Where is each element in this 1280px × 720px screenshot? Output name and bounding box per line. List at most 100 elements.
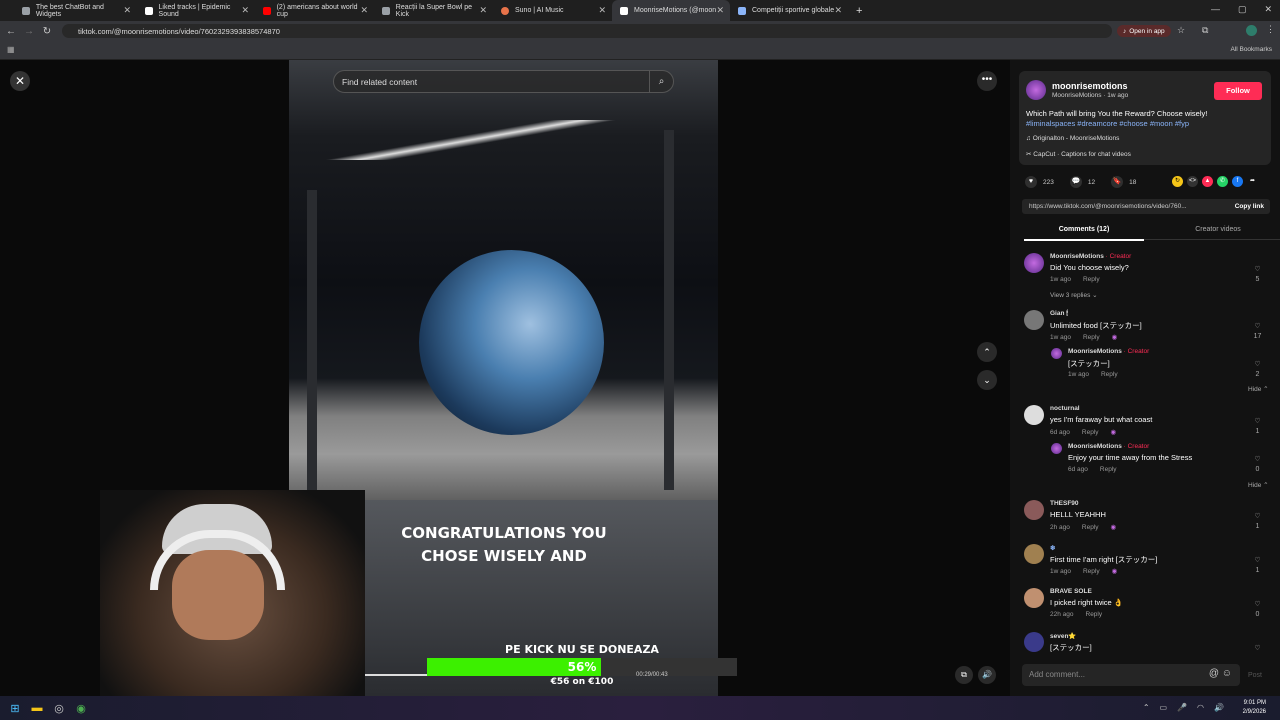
comment-icon[interactable]: 💬 [1069,176,1082,188]
commenter-avatar[interactable] [1024,500,1044,520]
commenter-name[interactable]: MoonriseMotions · Creator [1068,443,1149,450]
music-info[interactable]: ♫ Originalton - MoonriseMotions [1026,135,1119,142]
reply-link[interactable]: Reply [1083,276,1100,283]
tab-chatbot[interactable]: The best ChatBot and Widgets ✕ [0,0,137,21]
chrome-icon[interactable]: ◉ [70,702,92,715]
commenter-avatar[interactable] [1024,310,1044,330]
view-replies-link[interactable]: View 3 replies ⌄ [1050,291,1098,299]
comment-like[interactable]: ♡ 0 [1250,600,1265,620]
follow-button[interactable]: Follow [1214,82,1262,100]
volume-icon[interactable]: 🔊 [978,666,996,684]
hide-replies-link[interactable]: Hide ⌃ [1248,385,1269,393]
close-video-button[interactable]: ✕ [10,71,30,91]
new-tab-button[interactable]: + [848,0,870,21]
file-explorer-icon[interactable]: ▬ [26,702,48,714]
menu-kebab-icon[interactable]: ⋮ [1266,24,1275,35]
commenter-avatar[interactable] [1024,588,1044,608]
next-video-button[interactable]: ⌄ [977,370,997,390]
reply-link[interactable]: Reply [1083,334,1100,341]
hashtags[interactable]: #liminalspaces #dreamcore #choose #moon … [1026,119,1266,129]
all-bookmarks[interactable]: All Bookmarks [1230,46,1272,53]
heart-icon[interactable]: ♥ [1025,176,1037,188]
commenter-name[interactable]: nocturnal [1050,405,1080,412]
commenter-avatar[interactable] [1024,632,1044,652]
comment-like[interactable]: ♡ 1 [1250,512,1265,532]
tray-chevron-icon[interactable]: ⌃ [1143,703,1150,712]
commenter-name[interactable]: THESF90 [1050,500,1079,507]
commenter-avatar[interactable] [1051,348,1062,359]
close-tab-icon[interactable]: ✕ [360,5,368,16]
tab-comments[interactable]: Comments (12) [1024,226,1144,241]
embed-icon[interactable]: <> [1187,176,1198,187]
whatsapp-icon[interactable]: ✆ [1217,176,1228,187]
share-icon[interactable]: ➦ [1247,176,1258,187]
comment-like[interactable]: ♡ 17 [1250,322,1265,342]
obs-icon[interactable]: ◎ [48,702,70,715]
more-options-icon[interactable]: ••• [977,71,997,91]
creator-avatar[interactable] [1026,80,1046,100]
speaker-icon[interactable]: 🔊 [1214,703,1224,712]
close-tab-icon[interactable]: ✕ [716,5,724,16]
tab-competitions[interactable]: Competiții sportive globale ✕ [730,0,848,21]
close-tab-icon[interactable]: ✕ [834,5,842,16]
video-progress-track[interactable] [365,674,427,676]
commenter-name[interactable]: MoonriseMotions · Creator [1068,348,1149,355]
comment-like[interactable]: ♡ [1250,644,1265,654]
url-field[interactable]: tiktok.com/@moonrisemotions/video/760232… [62,24,1112,38]
reply-link[interactable]: Reply [1100,466,1117,473]
tab-kick-reactions[interactable]: Reacții la Super Bowl pe Kick ✕ [374,0,493,21]
floating-player-icon[interactable]: ⧉ [955,666,973,684]
mic-icon[interactable]: 🎤 [1177,703,1187,712]
commenter-name[interactable]: Gian 🕯 [1050,310,1068,318]
search-icon[interactable]: ⌕ [649,71,673,92]
mention-emoji-icons[interactable]: @ ☺ [1209,668,1232,679]
commenter-avatar[interactable] [1024,253,1044,273]
windows-start-icon[interactable]: ⊞ [4,702,26,715]
comment-like[interactable]: ♡ 1 [1250,417,1265,437]
repost-icon[interactable]: ↻ [1172,176,1183,187]
profile-avatar[interactable] [1246,25,1257,36]
previous-video-button[interactable]: ⌃ [977,342,997,362]
reply-link[interactable]: Reply [1086,611,1103,618]
reply-link[interactable]: Reply [1083,568,1100,575]
tab-youtube[interactable]: (2) americans about world cup ✕ [255,0,374,21]
reply-link[interactable]: Reply [1082,429,1099,436]
friends-icon[interactable]: ▲ [1202,176,1213,187]
close-tab-icon[interactable]: ✕ [598,5,606,16]
close-tab-icon[interactable]: ✕ [123,5,131,16]
comment-like[interactable]: ♡ 2 [1250,360,1265,380]
forward-icon[interactable]: → [20,26,38,37]
network-icon[interactable]: ▭ [1160,703,1168,712]
close-tab-icon[interactable]: ✕ [479,5,487,16]
comment-like[interactable]: ♡ 5 [1250,265,1265,285]
close-window-icon[interactable]: ✕ [1264,4,1272,15]
open-in-app-button[interactable]: ♪ Open in app [1117,25,1171,37]
comment-like[interactable]: ♡ 1 [1250,556,1265,576]
system-clock[interactable]: 9:01 PM 2/9/2026 [1243,699,1266,717]
maximize-icon[interactable]: ▢ [1238,4,1247,15]
back-icon[interactable]: ← [2,26,20,37]
post-comment-button[interactable]: Post [1248,672,1262,679]
minimize-icon[interactable]: — [1211,4,1220,15]
capcut-info[interactable]: ✂ CapCut · Captions for chat videos [1026,150,1131,158]
facebook-icon[interactable]: f [1232,176,1243,187]
reload-icon[interactable]: ↻ [38,26,56,37]
apps-icon[interactable]: ▦ [7,45,15,54]
commenter-name[interactable]: ❄ [1050,544,1055,552]
commenter-name[interactable]: BRAVE SOLE [1050,588,1092,595]
hide-replies-link[interactable]: Hide ⌃ [1248,481,1269,489]
creator-username[interactable]: moonrisemotions [1052,81,1128,91]
add-comment-input[interactable]: Add comment... @ ☺ [1022,664,1240,686]
commenter-avatar[interactable] [1024,405,1044,425]
extensions-icon[interactable]: ⧉ [1202,25,1208,36]
close-tab-icon[interactable]: ✕ [241,5,249,16]
commenter-avatar[interactable] [1024,544,1044,564]
video-link[interactable]: https://www.tiktok.com/@moonrisemotions/… [1029,203,1187,210]
tab-epidemic-sound[interactable]: Liked tracks | Epidemic Sound ✕ [137,0,255,21]
bookmark-icon[interactable]: 🔖 [1111,176,1124,188]
copy-link-button[interactable]: Copy link [1235,203,1264,210]
tab-suno[interactable]: Suno | AI Music ✕ [493,0,612,21]
commenter-name[interactable]: MoonriseMotions · Creator [1050,253,1131,260]
reply-link[interactable]: Reply [1101,371,1118,378]
wifi-icon[interactable]: ◠ [1197,703,1204,712]
